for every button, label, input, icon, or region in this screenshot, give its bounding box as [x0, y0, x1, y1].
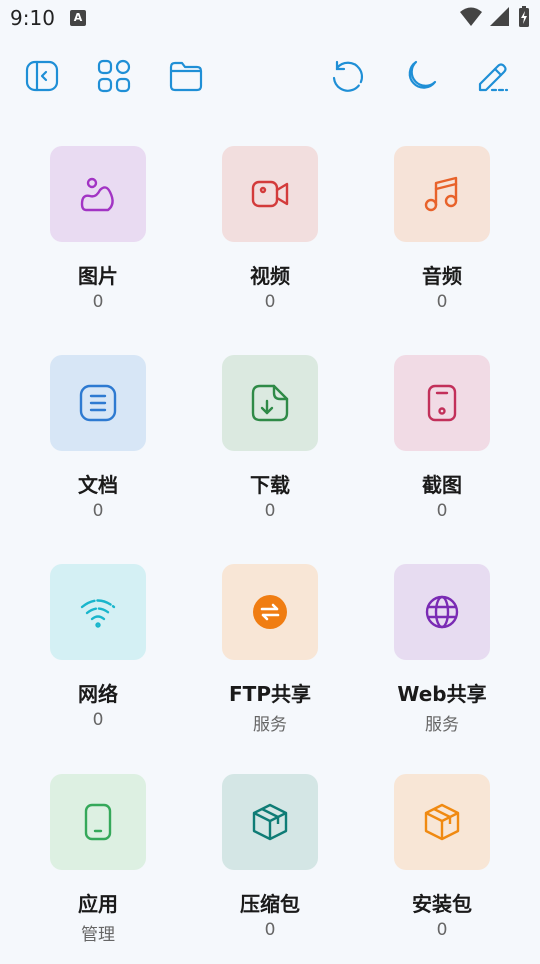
battery-icon	[519, 6, 529, 27]
tile-count: 0	[436, 920, 448, 940]
video-icon	[251, 180, 289, 208]
signal-icon	[490, 7, 509, 26]
notification-a-icon: A	[70, 10, 86, 26]
document-icon	[79, 384, 117, 422]
status-bar: 9:10 A	[0, 0, 540, 38]
tile-network[interactable]: 网络 0	[12, 564, 184, 754]
tile-icon-box	[50, 146, 146, 242]
sidebar-toggle-icon	[25, 60, 59, 92]
tile-icon-box	[222, 146, 318, 242]
archive-icon	[252, 803, 288, 841]
tile-icon-box	[222, 564, 318, 660]
tile-icon-box	[50, 355, 146, 451]
tile-icon-box	[50, 564, 146, 660]
tile-subtitle: 服务	[253, 715, 287, 735]
tile-packages[interactable]: 安装包 0	[356, 774, 528, 964]
tile-icon-box	[222, 355, 318, 451]
tile-screenshots[interactable]: 截图 0	[356, 355, 528, 545]
tile-icon-box	[394, 355, 490, 451]
tile-web-share[interactable]: Web共享 服务	[356, 564, 528, 754]
transfer-icon	[253, 595, 287, 629]
tile-count: 0	[92, 292, 104, 312]
tile-icon-box	[394, 564, 490, 660]
refresh-icon	[332, 60, 364, 92]
tile-documents[interactable]: 文档 0	[12, 355, 184, 545]
tile-label: FTP共享	[229, 682, 311, 706]
music-icon	[424, 176, 458, 212]
tile-icon-box	[50, 774, 146, 870]
folder-icon	[169, 61, 203, 92]
dark-mode-button[interactable]	[400, 56, 440, 96]
tile-subtitle: 服务	[425, 715, 459, 735]
tile-count: 0	[264, 920, 276, 940]
globe-icon	[425, 595, 459, 629]
tile-label: 音频	[422, 264, 462, 288]
tile-count: 0	[436, 501, 448, 521]
tile-count: 0	[92, 501, 104, 521]
grid-view-button[interactable]	[94, 56, 134, 96]
tile-count: 0	[264, 292, 276, 312]
tile-downloads[interactable]: 下载 0	[184, 355, 356, 545]
moon-icon	[408, 60, 437, 89]
tile-label: 下载	[250, 473, 290, 497]
tile-images[interactable]: 图片 0	[12, 146, 184, 336]
tile-label: 应用	[78, 892, 118, 916]
tile-ftp-share[interactable]: FTP共享 服务	[184, 564, 356, 754]
tile-icon-box	[222, 774, 318, 870]
tile-videos[interactable]: 视频 0	[184, 146, 356, 336]
refresh-button[interactable]	[328, 56, 368, 96]
tile-label: 安装包	[412, 892, 472, 916]
status-time: 9:10	[10, 6, 55, 30]
tile-label: Web共享	[397, 682, 487, 706]
wifi-status-icon	[460, 7, 482, 26]
package-icon	[424, 803, 460, 841]
tile-count: 0	[436, 292, 448, 312]
download-icon	[251, 384, 289, 422]
screenshot-icon	[427, 384, 457, 422]
tile-subtitle: 管理	[81, 925, 115, 945]
tile-label: 压缩包	[240, 892, 300, 916]
tile-audio[interactable]: 音频 0	[356, 146, 528, 336]
edit-icon	[478, 63, 509, 92]
grid-icon	[97, 59, 131, 93]
tile-label: 文档	[78, 473, 118, 497]
tile-archives[interactable]: 压缩包 0	[184, 774, 356, 964]
tile-count: 0	[92, 710, 104, 730]
edit-button[interactable]	[472, 56, 512, 96]
wifi-icon	[80, 599, 116, 628]
folder-button[interactable]	[166, 56, 206, 96]
tile-apps[interactable]: 应用 管理	[12, 774, 184, 964]
tile-label: 截图	[422, 473, 462, 497]
toolbar	[0, 50, 540, 102]
tile-label: 视频	[250, 264, 290, 288]
sidebar-toggle-button[interactable]	[22, 56, 62, 96]
tile-label: 图片	[78, 264, 118, 288]
tile-label: 网络	[78, 682, 118, 706]
tile-count: 0	[264, 501, 276, 521]
phone-icon	[84, 803, 112, 841]
tile-icon-box	[394, 774, 490, 870]
image-icon	[80, 177, 114, 212]
tile-icon-box	[394, 146, 490, 242]
